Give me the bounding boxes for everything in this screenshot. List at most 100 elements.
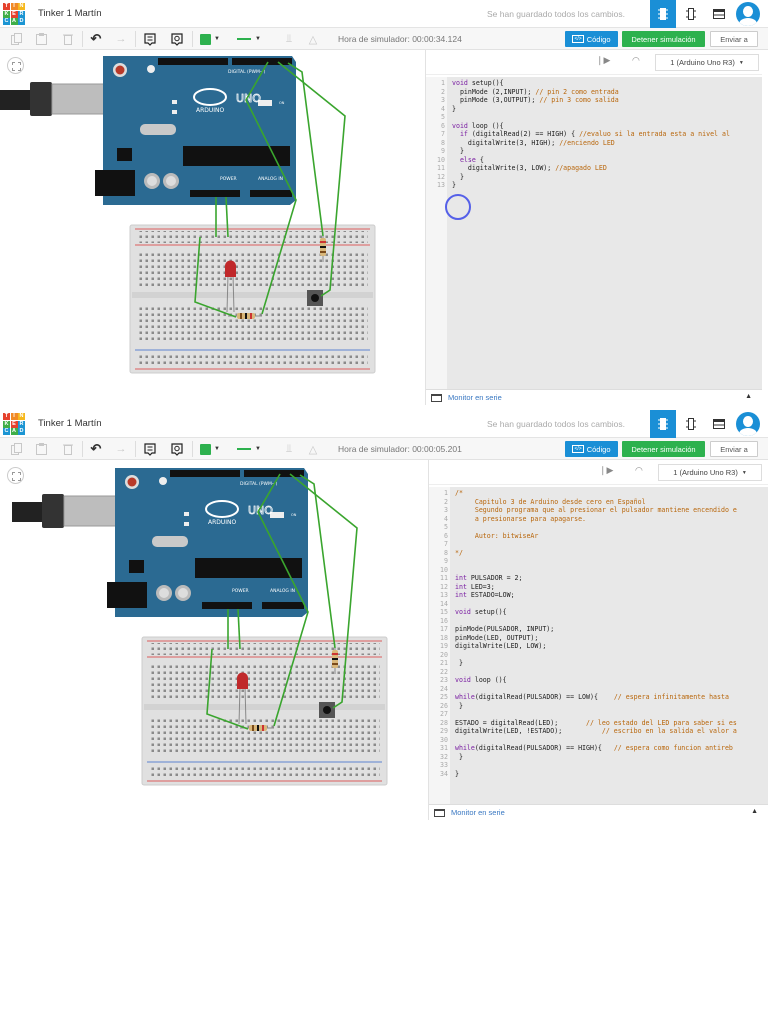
wire-type-picker[interactable]: ▼: [231, 442, 267, 456]
code-button[interactable]: </> Código: [565, 441, 618, 457]
code-text: digitalWrite(3, HIGH); //enciendo LED: [452, 138, 615, 147]
debugger-icon[interactable]: ◠: [635, 465, 643, 476]
delete-icon[interactable]: [61, 32, 75, 46]
code-line: 7 if (digitalRead(2) == HIGH) { //evaluo…: [426, 130, 762, 139]
schematic-view-icon[interactable]: [678, 410, 704, 438]
rotate-icon[interactable]: ⫫: [282, 32, 296, 46]
stop-simulation-button[interactable]: Detener simulación: [622, 441, 705, 457]
usb-cable: [12, 494, 119, 528]
code-button[interactable]: </> Código: [565, 31, 618, 47]
note-icon[interactable]: [143, 32, 157, 46]
highlight-circle: [445, 194, 471, 220]
chevron-up-icon[interactable]: ▲: [745, 393, 752, 400]
sim-time-label: Hora de simulador:: [338, 444, 410, 454]
undo-icon[interactable]: ↶: [89, 441, 103, 456]
redo-icon[interactable]: →: [114, 442, 128, 456]
save-status: Se han guardado todos los cambios.: [487, 9, 625, 19]
notes-visibility-icon[interactable]: [170, 442, 184, 456]
arduino-uno-board[interactable]: ARDUINO UNO DIGITAL (PWM~) POWER ANALOG …: [107, 468, 308, 617]
reset-button[interactable]: [115, 65, 125, 75]
code-line: 11 int PULSADOR = 2;: [429, 574, 768, 583]
tinkercad-logo[interactable]: TIN KER CAD: [3, 413, 25, 435]
workplane[interactable]: ARDUINO UNO DIGITAL (PWM~) POWER ANALOG …: [0, 50, 422, 405]
code-text: }: [452, 172, 464, 181]
note-icon[interactable]: [143, 442, 157, 456]
flip-icon[interactable]: △: [306, 32, 320, 46]
step-icon[interactable]: ❘▶: [596, 55, 610, 66]
barrel-jack: [95, 170, 135, 196]
line-number: 17: [440, 625, 448, 633]
code-line: 27: [429, 710, 768, 719]
power-label: POWER: [220, 176, 237, 182]
toolbar: ↶ → ▼ ▼ ⫫ △ Hora de simulador: 00:00:05.…: [0, 438, 768, 460]
line-number: 14: [440, 599, 448, 608]
logo-letter: N: [18, 3, 25, 10]
project-title[interactable]: Tinker 1 Martín: [38, 418, 102, 429]
logo-letter: I: [10, 413, 18, 420]
notes-visibility-icon[interactable]: [170, 32, 184, 46]
zoom-to-fit-icon[interactable]: [7, 57, 24, 74]
undo-icon[interactable]: ↶: [89, 31, 103, 46]
serial-monitor-label[interactable]: Monitor en serie: [451, 808, 505, 817]
component-list-icon[interactable]: [706, 0, 732, 28]
usb-cable: [0, 82, 107, 116]
sim-time: Hora de simulador: 00:00:05.201: [338, 444, 462, 454]
chevron-down-icon: ▼: [214, 36, 220, 42]
rotate-icon[interactable]: ⫫: [282, 442, 296, 456]
wire-type-picker[interactable]: ▼: [231, 32, 267, 46]
code-text: Capitulo 3 de Arduino desde cero en Espa…: [455, 497, 646, 506]
device-select[interactable]: 1 (Arduino Uno R3) ▼: [655, 54, 759, 71]
stop-simulation-button[interactable]: Detener simulación: [622, 31, 705, 47]
code-text: pinMode(LED, OUTPUT);: [455, 633, 539, 642]
code-line: 8 digitalWrite(3, HIGH); //enciendo LED: [426, 139, 762, 148]
serial-monitor-bar[interactable]: Monitor en serie ▲: [426, 389, 762, 405]
breadboard[interactable]: [141, 636, 388, 786]
step-icon[interactable]: ❘▶: [599, 465, 613, 476]
logo-letter: E: [10, 420, 18, 428]
schematic-view-icon[interactable]: [678, 0, 704, 28]
app-header: TIN KER CAD Tinker 1 Martín Se han guardad…: [0, 0, 768, 28]
send-to-button[interactable]: Enviar a: [710, 31, 758, 47]
serial-monitor-label[interactable]: Monitor en serie: [448, 393, 502, 402]
paste-icon[interactable]: [34, 32, 48, 46]
pushbutton[interactable]: [307, 290, 323, 306]
user-avatar[interactable]: [736, 412, 760, 436]
code-editor[interactable]: 1/* 2 Capitulo 3 de Arduino desde cero en…: [429, 487, 768, 804]
logo-letter: N: [18, 413, 25, 420]
paste-icon[interactable]: [34, 442, 48, 456]
circuit-view-icon[interactable]: [650, 0, 676, 28]
copy-icon[interactable]: [9, 32, 23, 46]
code-line: 6 Autor: bitwiseAr: [429, 532, 768, 541]
line-number: 29: [440, 727, 448, 735]
zoom-to-fit-icon[interactable]: [7, 467, 24, 484]
code-text: if (digitalRead(2) == HIGH) { //evaluo s…: [459, 130, 730, 138]
arduino-uno-board[interactable]: ARDUINO UNO DIGITAL (PWM~) POWER ANALOG …: [95, 56, 296, 205]
color-picker[interactable]: ▼: [199, 442, 221, 456]
tinkercad-logo[interactable]: TIN KER CAD: [3, 3, 25, 25]
send-to-button[interactable]: Enviar a: [710, 441, 758, 457]
reset-button[interactable]: [127, 477, 137, 487]
pushbutton[interactable]: [319, 702, 335, 718]
logo-letter: D: [18, 428, 25, 435]
line-number: 12: [440, 582, 448, 591]
device-select-value: 1 (Arduino Uno R3): [670, 58, 735, 67]
component-list-icon[interactable]: [706, 410, 732, 438]
user-avatar[interactable]: [736, 2, 760, 26]
serial-monitor-bar[interactable]: Monitor en serie ▲: [429, 804, 768, 820]
code-line: 7: [429, 540, 768, 549]
color-picker[interactable]: ▼: [199, 32, 221, 46]
chevron-up-icon[interactable]: ▲: [751, 808, 758, 815]
divider: [82, 31, 83, 47]
project-title[interactable]: Tinker 1 Martín: [38, 8, 102, 19]
circuit-view-icon[interactable]: [650, 410, 676, 438]
flip-icon[interactable]: △: [306, 442, 320, 456]
debugger-icon[interactable]: ◠: [632, 55, 640, 66]
redo-icon[interactable]: →: [114, 32, 128, 46]
workplane[interactable]: ARDUINO UNO DIGITAL (PWM~) POWER ANALOG …: [0, 460, 422, 820]
code-text: pinMode (3,OUTPUT); // pin 3 como salida: [452, 96, 619, 104]
breadboard[interactable]: [129, 224, 376, 374]
copy-icon[interactable]: [9, 442, 23, 456]
code-editor[interactable]: 1 void setup(){2 pinMode (2,INPUT); // pi…: [426, 77, 762, 389]
delete-icon[interactable]: [61, 442, 75, 456]
device-select[interactable]: 1 (Arduino Uno R3) ▼: [658, 464, 762, 481]
